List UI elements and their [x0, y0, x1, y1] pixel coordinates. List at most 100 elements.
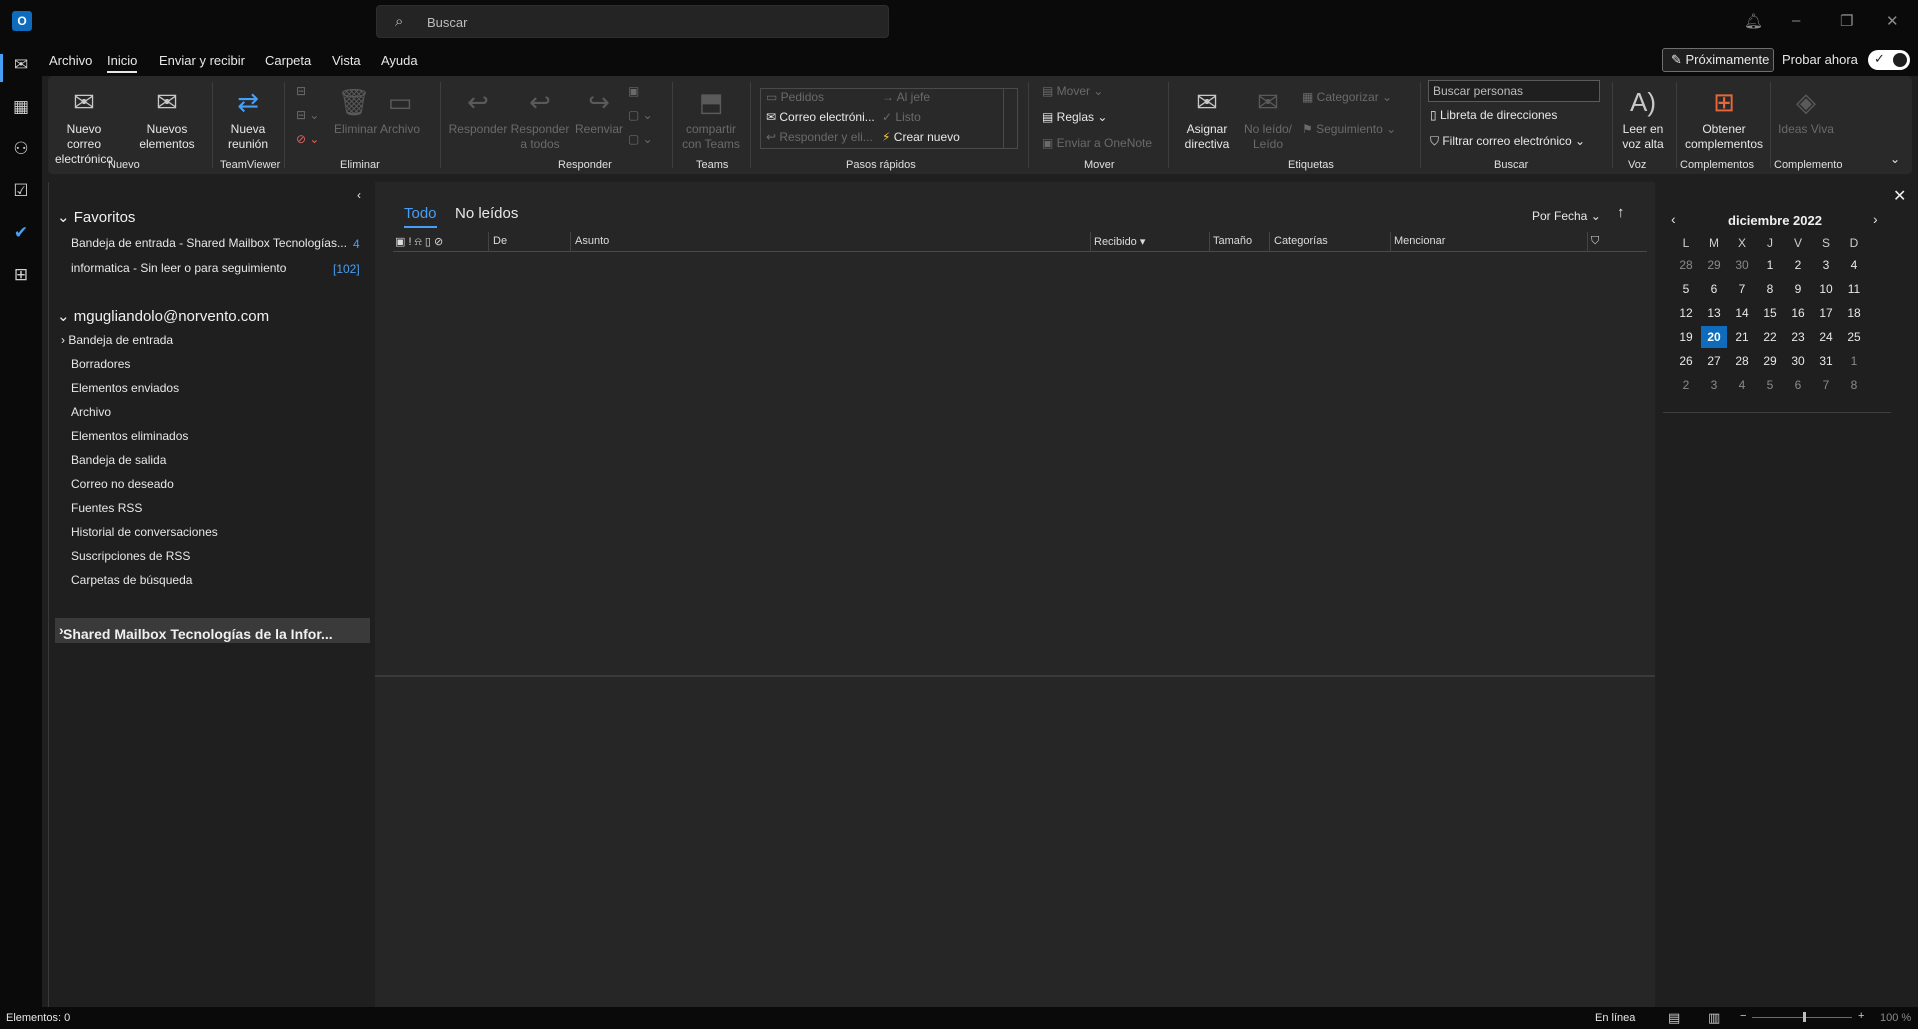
calendar-day[interactable]: 2 — [1785, 254, 1811, 276]
calendar-day[interactable]: 16 — [1785, 302, 1811, 324]
account-header[interactable]: ⌄ mgugliandolo@norvento.com — [57, 307, 269, 325]
qs-crear[interactable]: ⚡ Crear nuevo — [882, 130, 960, 144]
read-aloud-button[interactable]: A) Leer en voz alta — [1616, 84, 1670, 152]
viva-insights-button[interactable]: ◈ Ideas Viva — [1778, 84, 1834, 137]
junk-icon[interactable]: ⊘ ⌄ — [296, 132, 319, 146]
calendar-icon[interactable]: ▦ — [10, 96, 32, 118]
calendar-day[interactable]: 2 — [1673, 374, 1699, 396]
ribbon-collapse-icon[interactable]: ⌄ — [1890, 152, 1900, 166]
address-book-button[interactable]: ▯ Libreta de direcciones — [1430, 108, 1557, 122]
normal-view-icon[interactable]: ▤ — [1668, 1010, 1680, 1026]
move-button[interactable]: ▤ Mover ⌄ — [1042, 84, 1103, 98]
calendar-day[interactable]: 5 — [1673, 278, 1699, 300]
qs-listo[interactable]: ✓ Listo — [882, 110, 921, 124]
restore-icon[interactable]: ❐ — [1840, 12, 1853, 30]
calendar-day[interactable]: 19 — [1673, 326, 1699, 348]
filter-icon[interactable]: ⛉ — [1591, 235, 1599, 248]
calendar-day[interactable]: 27 — [1701, 350, 1727, 372]
calendar-day[interactable]: 14 — [1729, 302, 1755, 324]
reply-button[interactable]: ↩ Responder — [448, 84, 508, 137]
calendar-day[interactable]: 28 — [1673, 254, 1699, 276]
sort-direction-icon[interactable]: ↑ — [1617, 204, 1625, 221]
calendar-day[interactable]: 20 — [1701, 326, 1727, 348]
meeting-reply-icon[interactable]: ▣ — [628, 84, 639, 98]
assign-policy-button[interactable]: ✉ Asignar directiva — [1176, 84, 1238, 152]
collapse-pane-icon[interactable]: ‹ — [357, 188, 361, 202]
calendar-day[interactable]: 29 — [1757, 350, 1783, 372]
calendar-day[interactable]: 6 — [1785, 374, 1811, 396]
zoom-slider[interactable] — [1752, 1017, 1852, 1018]
calendar-day[interactable]: 22 — [1757, 326, 1783, 348]
folder-sent[interactable]: Elementos enviados — [71, 381, 179, 395]
calendar-day[interactable]: 4 — [1841, 254, 1867, 276]
calendar-day[interactable]: 3 — [1701, 374, 1727, 396]
calendar-day[interactable]: 12 — [1673, 302, 1699, 324]
calendar-day[interactable]: 30 — [1785, 350, 1811, 372]
calendar-day[interactable]: 9 — [1785, 278, 1811, 300]
calendar-day[interactable]: 8 — [1841, 374, 1867, 396]
tasks-icon[interactable]: ☑ — [10, 180, 32, 202]
reading-pane-divider[interactable] — [375, 675, 1655, 677]
calendar-day[interactable]: 23 — [1785, 326, 1811, 348]
archive-button[interactable]: ▭ Archivo — [380, 84, 420, 137]
new-email-button[interactable]: ✉ Nuevo correo electrónico — [52, 84, 116, 167]
tab-unread[interactable]: No leídos — [455, 205, 518, 222]
col-categories[interactable]: Categorías — [1274, 235, 1328, 247]
favorites-header[interactable]: ⌄ Favoritos — [57, 208, 135, 226]
importance-col-icon[interactable]: ▣ ! ⍾ ▯ ⊘ — [395, 235, 443, 249]
calendar-day[interactable]: 30 — [1729, 254, 1755, 276]
tab-inicio[interactable]: Inicio — [107, 53, 138, 73]
categorize-button[interactable]: ▦ Categorizar ⌄ — [1302, 90, 1392, 104]
qs-aljefe[interactable]: → Al jefe — [882, 90, 930, 104]
tab-enviar-recibir[interactable]: Enviar y recibir — [159, 53, 245, 68]
folder-inbox[interactable]: › Bandeja de entrada — [61, 333, 173, 347]
qs-pedidos[interactable]: ▭ Pedidos — [766, 90, 824, 104]
mail-icon[interactable]: ✉ — [10, 54, 32, 76]
tab-archivo[interactable]: Archivo — [49, 53, 92, 68]
col-size[interactable]: Tamaño — [1213, 235, 1252, 247]
calendar-day[interactable]: 28 — [1729, 350, 1755, 372]
tab-all[interactable]: Todo — [404, 205, 437, 228]
calendar-day[interactable]: 5 — [1757, 374, 1783, 396]
followup-button[interactable]: ⚑ Seguimiento ⌄ — [1302, 122, 1396, 136]
col-from[interactable]: De — [493, 235, 507, 247]
calendar-day[interactable]: 25 — [1841, 326, 1867, 348]
tab-carpeta[interactable]: Carpeta — [265, 53, 311, 68]
tab-ayuda[interactable]: Ayuda — [381, 53, 418, 68]
folder-deleted[interactable]: Elementos eliminados — [71, 429, 188, 443]
calendar-day[interactable]: 24 — [1813, 326, 1839, 348]
forward-button[interactable]: ↪ Reenviar — [574, 84, 624, 137]
zoom-in-icon[interactable]: + — [1858, 1010, 1864, 1022]
rules-button[interactable]: ▤ Reglas ⌄ — [1042, 110, 1107, 124]
im-reply-icon[interactable]: ▢ ⌄ — [628, 108, 653, 122]
folder-rss[interactable]: Fuentes RSS — [71, 501, 142, 515]
unread-read-button[interactable]: ✉ No leído/ Leído — [1240, 84, 1296, 152]
next-month-icon[interactable]: › — [1873, 211, 1878, 227]
reading-view-icon[interactable]: ▥ — [1708, 1010, 1720, 1026]
calendar-day[interactable]: 1 — [1757, 254, 1783, 276]
calendar-day[interactable]: 13 — [1701, 302, 1727, 324]
calendar-day[interactable]: 10 — [1813, 278, 1839, 300]
share-teams-button[interactable]: ⬒ compartir con Teams — [680, 84, 742, 152]
calendar-day[interactable]: 31 — [1813, 350, 1839, 372]
apps-icon[interactable]: ⊞ — [10, 264, 32, 286]
ignore-icon[interactable]: ⊟ — [296, 84, 306, 98]
folder-search-folders[interactable]: Carpetas de búsqueda — [71, 573, 192, 587]
qs-responder[interactable]: ↩ Responder y eli... — [766, 130, 873, 144]
calendar-day[interactable]: 18 — [1841, 302, 1867, 324]
cleanup-icon[interactable]: ⊟ ⌄ — [296, 108, 319, 122]
proximamente-button[interactable]: ✎ Próximamente — [1662, 48, 1774, 72]
probar-ahora-toggle[interactable]: ✓ — [1868, 50, 1910, 70]
sort-by-date[interactable]: Por Fecha ⌄ — [1532, 209, 1601, 223]
folder-outbox[interactable]: Bandeja de salida — [71, 453, 166, 467]
col-mention[interactable]: Mencionar — [1394, 235, 1445, 247]
folder-junk[interactable]: Correo no deseado — [71, 477, 174, 491]
folder-drafts[interactable]: Borradores — [71, 357, 130, 371]
calendar-day[interactable]: 15 — [1757, 302, 1783, 324]
fav-inbox-shared[interactable]: Bandeja de entrada - Shared Mailbox Tecn… — [71, 236, 347, 250]
quick-steps-scroll[interactable] — [1003, 88, 1018, 149]
calendar-day[interactable]: 29 — [1701, 254, 1727, 276]
col-subject[interactable]: Asunto — [575, 235, 609, 247]
calendar-day[interactable]: 17 — [1813, 302, 1839, 324]
folder-conversation-history[interactable]: Historial de conversaciones — [71, 525, 218, 539]
